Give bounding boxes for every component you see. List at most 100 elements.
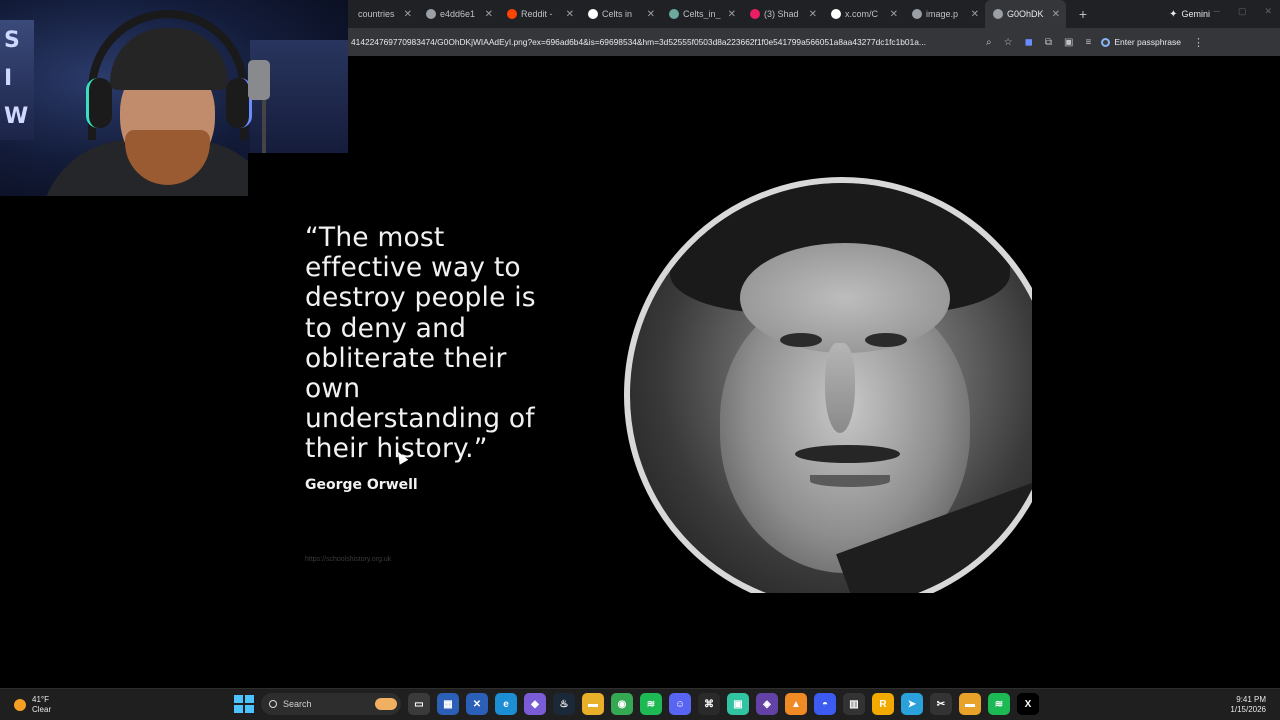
twitch-studio-icon[interactable]: ◈ xyxy=(756,693,778,715)
browser-tab-strip: countries ✕ e4dd6e1 ✕ Reddit - ✕ Celts in ✕ Celt… xyxy=(348,0,1280,28)
headset-ear-left xyxy=(86,78,112,128)
headset-band xyxy=(88,10,248,140)
split-view-icon[interactable]: ▣ xyxy=(1064,37,1073,48)
author-portrait xyxy=(624,177,1032,593)
gemini-button[interactable]: ✦ Gemini xyxy=(1169,9,1210,20)
tab-favicon-icon xyxy=(993,9,1003,19)
tab-favicon-icon xyxy=(507,9,517,19)
copilot-icon[interactable]: ◆ xyxy=(524,693,546,715)
clock-date: 1/15/2026 xyxy=(1230,705,1266,714)
tab-close-icon[interactable]: ✕ xyxy=(728,9,736,20)
tab-favicon-icon xyxy=(426,9,436,19)
quote-line: effective way to xyxy=(305,252,521,284)
tab-close-icon[interactable]: ✕ xyxy=(1052,9,1060,20)
xbox-icon[interactable]: ✕ xyxy=(466,693,488,715)
file-explorer-icon[interactable]: ▬ xyxy=(582,693,604,715)
browser-tab[interactable]: x.com/C ✕ xyxy=(823,0,904,28)
discord-icon[interactable]: ☺ xyxy=(669,693,691,715)
zoom-icon[interactable]: ⌕ xyxy=(986,37,992,48)
tab-close-icon[interactable]: ✕ xyxy=(890,9,898,20)
bookmark-star-icon[interactable]: ☆ xyxy=(1004,37,1013,48)
tab-title: Celts in xyxy=(602,9,633,19)
browser-tab[interactable]: Celts in ✕ xyxy=(580,0,661,28)
system-clock[interactable]: 9:41 PM 1/15/2026 xyxy=(1230,695,1266,715)
clock-time: 9:41 PM xyxy=(1236,695,1266,704)
spotify-2-icon[interactable]: ≋ xyxy=(988,693,1010,715)
start-button[interactable] xyxy=(232,693,254,715)
portrait-forehead xyxy=(740,243,950,353)
tab-favicon-icon xyxy=(750,9,760,19)
portrait-mouth xyxy=(810,475,890,487)
tab-close-icon[interactable]: ✕ xyxy=(971,9,979,20)
passphrase-label: Enter passphrase xyxy=(1114,37,1181,47)
tab-favicon-icon xyxy=(588,9,598,19)
browser-tab[interactable]: e4dd6e1 ✕ xyxy=(418,0,499,28)
tab-title: e4dd6e1 xyxy=(440,9,476,19)
reading-list-icon[interactable]: ≡ xyxy=(1085,37,1091,48)
r-app-icon[interactable]: R xyxy=(872,693,894,715)
store-icon[interactable]: ▦ xyxy=(437,693,459,715)
steam-icon[interactable]: ♨ xyxy=(553,693,575,715)
vlc-icon[interactable]: ▲ xyxy=(785,693,807,715)
browser-tab[interactable]: G0OhDK ✕ xyxy=(985,0,1066,28)
tab-close-icon[interactable]: ✕ xyxy=(566,9,574,20)
address-bar: 414224769770983474/G0OhDKjWIAAdEyI.png?e… xyxy=(348,28,1280,56)
browser-tab[interactable]: (3) Shad ✕ xyxy=(742,0,823,28)
telegram-icon[interactable]: ➤ xyxy=(901,693,923,715)
x-app-icon[interactable]: X xyxy=(1017,693,1039,715)
weather-widget[interactable]: 41°F Clear xyxy=(14,695,214,715)
folder-icon[interactable]: ▬ xyxy=(959,693,981,715)
task-view-icon[interactable]: ▭ xyxy=(408,693,430,715)
window-controls: ─ ▢ ✕ xyxy=(1214,6,1272,17)
portrait-eye-right xyxy=(865,333,907,347)
elgato-icon[interactable]: ▥ xyxy=(843,693,865,715)
close-window-icon[interactable]: ✕ xyxy=(1264,6,1272,17)
microphone xyxy=(248,60,270,100)
source-url: https://schoolshistory.org.uk xyxy=(305,556,392,563)
capcut-icon[interactable]: ✂ xyxy=(930,693,952,715)
taskbar-apps: Search ▭ ▦ ✕ e ◆ ♨ ▬ ◉ ≋ ☺ ⌘ ▣ ◈ ▲ ◓ ▥ R ➤ ✂ ▬ ≋ X xyxy=(232,693,1039,715)
quote-line: obliterate their xyxy=(305,342,507,374)
gemini-icon: ✦ xyxy=(1169,8,1178,20)
wallpaper-engine-icon[interactable]: ◓ xyxy=(814,693,836,715)
gemini-label: Gemini xyxy=(1181,9,1210,19)
taskbar: 41°F Clear Search ▭ ▦ ✕ e ◆ ♨ ▬ ◉ ≋ ☺ ⌘ ▣ ◈ ▲ ◓ ▥ R ➤ ✂ ▬ ≋ X… xyxy=(0,688,1280,720)
browser-tab[interactable]: countries ✕ xyxy=(348,0,418,28)
weather-desc: Clear xyxy=(32,704,52,714)
portrait-mustache xyxy=(795,445,900,463)
weather-moon-icon xyxy=(14,698,26,711)
tab-favicon-icon xyxy=(831,9,841,19)
search-label: Search xyxy=(283,699,312,709)
tab-close-icon[interactable]: ✕ xyxy=(404,9,412,20)
profile-avatar-icon xyxy=(1101,37,1111,47)
search-icon xyxy=(269,700,277,708)
passphrase-button[interactable]: Enter passphrase xyxy=(1101,37,1181,47)
tab-close-icon[interactable]: ✕ xyxy=(485,9,493,20)
extensions-icon[interactable]: ⧉ xyxy=(1045,37,1052,48)
quote-line: destroy people is xyxy=(305,282,536,314)
browser-tab[interactable]: Celts_in_ ✕ xyxy=(661,0,742,28)
tab-close-icon[interactable]: ✕ xyxy=(809,9,817,20)
edge-icon[interactable]: e xyxy=(495,693,517,715)
tab-favicon-icon xyxy=(669,9,679,19)
tab-title: Celts_in_ xyxy=(683,9,721,19)
streamlabs-icon[interactable]: ▣ xyxy=(727,693,749,715)
chrome-icon[interactable]: ◉ xyxy=(611,693,633,715)
epic-icon[interactable]: ⌘ xyxy=(698,693,720,715)
tab-close-icon[interactable]: ✕ xyxy=(647,9,655,20)
url-field[interactable]: 414224769770983474/G0OhDKjWIAAdEyI.png?e… xyxy=(348,37,978,47)
taskbar-search[interactable]: Search xyxy=(261,693,401,715)
minimize-icon[interactable]: ─ xyxy=(1214,6,1220,17)
browser-menu-icon[interactable]: ⋮ xyxy=(1193,36,1204,49)
browser-tab[interactable]: Reddit - ✕ xyxy=(499,0,580,28)
maximize-icon[interactable]: ▢ xyxy=(1238,6,1247,17)
spotify-icon[interactable]: ≋ xyxy=(640,693,662,715)
tab-favicon-icon xyxy=(912,9,922,19)
browser-tab[interactable]: image.p ✕ xyxy=(904,0,985,28)
background-banner: SIW xyxy=(0,20,34,140)
quote-line: own xyxy=(305,373,361,405)
quote-line: their history.” xyxy=(305,433,488,465)
new-tab-button[interactable]: + xyxy=(1072,3,1094,25)
portrait-eye-left xyxy=(780,333,822,347)
extension-shield-icon[interactable]: ◼ xyxy=(1025,37,1033,48)
